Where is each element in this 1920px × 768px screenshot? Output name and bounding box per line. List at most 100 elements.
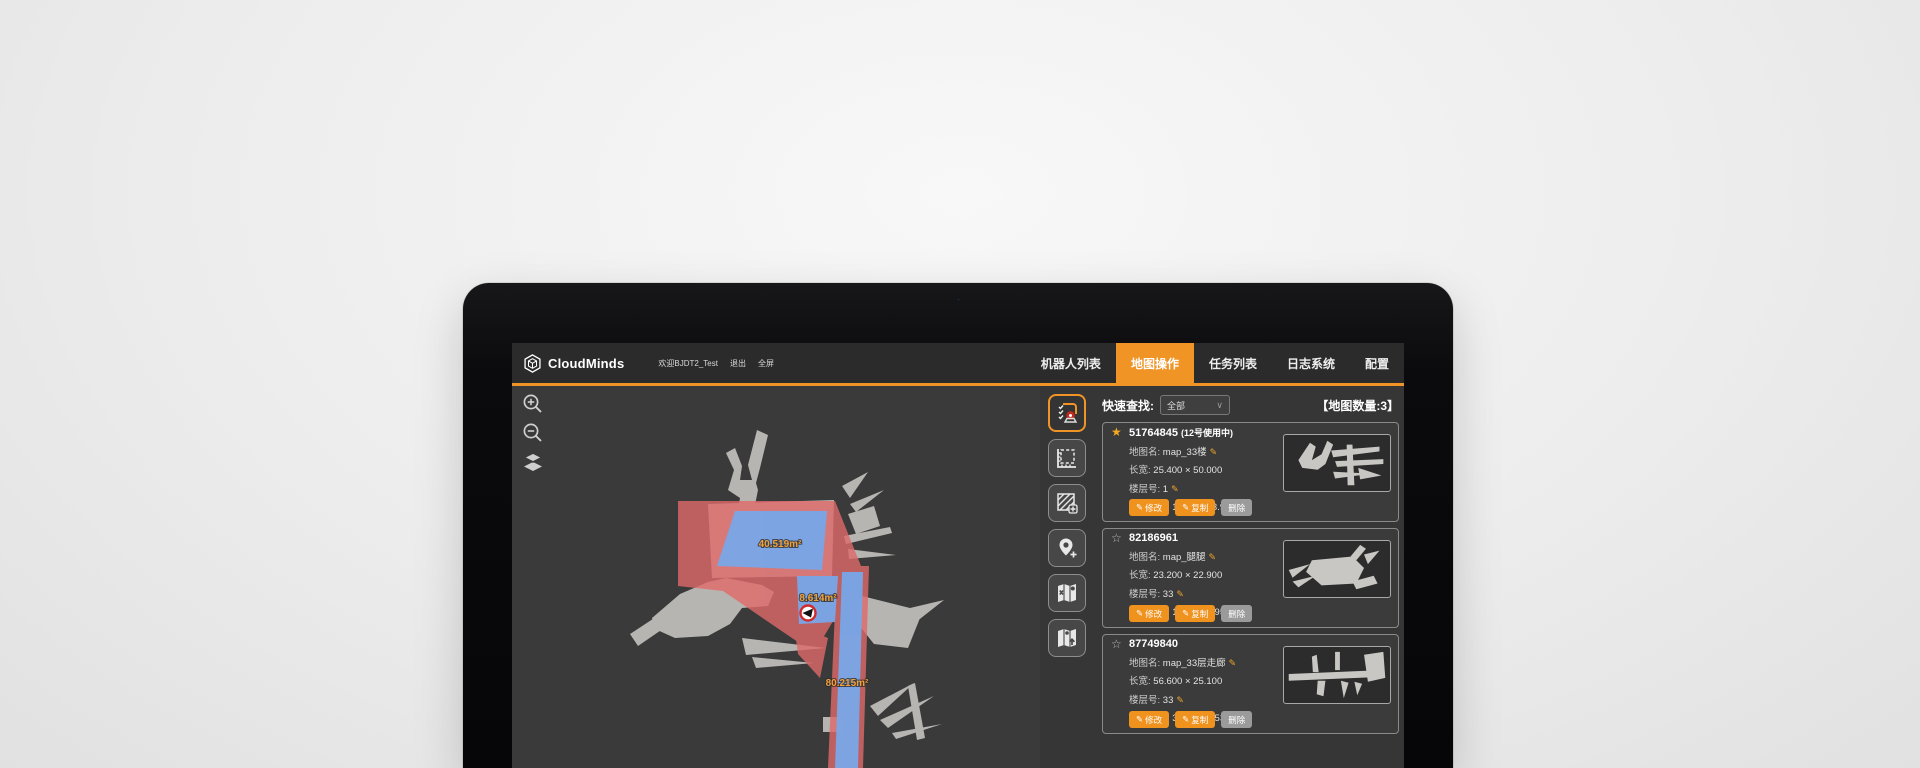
map-floor-field: 楼层号: 33✎	[1129, 692, 1278, 706]
add-poi-icon	[1055, 536, 1079, 560]
map-size-field: 长宽: 23.200 × 22.900	[1129, 567, 1278, 581]
brand: CloudMinds	[512, 343, 624, 383]
map-floor-field: 楼层号: 33✎	[1129, 586, 1278, 600]
nav-map-operations[interactable]: 地图操作	[1116, 343, 1194, 383]
map-tools-column	[1048, 394, 1086, 657]
copy-map-button[interactable]: ✎复制	[1175, 711, 1215, 728]
map-in-use-badge: (12号使用中)	[1181, 428, 1233, 438]
webcam-dot	[956, 297, 961, 302]
edit-map-button[interactable]: ✎修改	[1129, 605, 1169, 622]
zoom-out-button[interactable]	[520, 420, 546, 446]
quick-search-label: 快速查找:	[1102, 397, 1154, 414]
filter-dropdown-value: 全部	[1167, 399, 1216, 412]
zoom-in-button[interactable]	[520, 391, 546, 417]
map-id-number: 87749840	[1129, 638, 1178, 650]
map-name-field: 地图名: map_33楼✎	[1129, 444, 1278, 458]
pencil-icon: ✎	[1136, 502, 1143, 513]
copy-map-button[interactable]: ✎复制	[1175, 605, 1215, 622]
layers-button[interactable]	[520, 449, 546, 475]
upload-map-icon	[1055, 626, 1079, 650]
map-size-field: 长宽: 25.400 × 50.000	[1129, 462, 1278, 476]
pencil-icon: ✎	[1182, 502, 1189, 513]
map-zoom-controls	[520, 391, 546, 475]
pencil-icon: ✎	[1182, 714, 1189, 725]
pencil-icon: ✎	[1182, 608, 1189, 619]
map-id-number: 51764845	[1129, 427, 1178, 439]
filter-dropdown[interactable]: 全部 ∨	[1160, 395, 1230, 415]
robot-map-canvas[interactable]: 40.519m² 8.614m² 80.215m²	[512, 386, 1040, 768]
favorite-star-icon[interactable]: ☆	[1111, 531, 1122, 545]
app-header: CloudMinds 欢迎BJDT2_Test 退出 全屏 机器人列表 地图操作…	[512, 343, 1404, 386]
robot-marker	[801, 606, 816, 621]
map-card: ☆ 82186961 地图名: map_腿腿✎ 长宽: 23.200 × 22.…	[1102, 528, 1399, 628]
map-list-icon	[1055, 401, 1079, 425]
delete-map-tool-button[interactable]	[1048, 574, 1086, 612]
upload-map-tool-button[interactable]	[1048, 619, 1086, 657]
edit-pencil-icon[interactable]: ✎	[1210, 447, 1218, 457]
measure-tool-button[interactable]	[1048, 439, 1086, 477]
edit-pencil-icon[interactable]: ✎	[1209, 552, 1217, 562]
area-label-1: 40.519m²	[759, 539, 802, 550]
delete-map-button[interactable]: 删除	[1221, 605, 1252, 622]
map-id-number: 82186961	[1129, 532, 1178, 544]
map-card: ☆ 87749840 地图名: map_33层走廊✎ 长宽: 56.600 × …	[1102, 634, 1399, 734]
laptop-frame: CloudMinds 欢迎BJDT2_Test 退出 全屏 机器人列表 地图操作…	[463, 283, 1453, 768]
app-window: CloudMinds 欢迎BJDT2_Test 退出 全屏 机器人列表 地图操作…	[512, 343, 1404, 768]
edit-pencil-icon[interactable]: ✎	[1176, 589, 1184, 599]
map-id: 51764845(12号使用中)	[1129, 426, 1278, 439]
map-viewport[interactable]: 40.519m² 8.614m² 80.215m²	[512, 386, 1040, 768]
welcome-text: 欢迎BJDT2_Test	[658, 358, 718, 369]
map-thumbnail	[1283, 434, 1391, 492]
map-id: 87749840	[1129, 638, 1278, 650]
favorite-star-icon[interactable]: ★	[1111, 425, 1122, 439]
pencil-icon: ✎	[1136, 714, 1143, 725]
map-list-panel: 快速查找: 全部 ∨ 【地图数量:3】 ★ 51764845(12号使用中)	[1102, 386, 1399, 768]
chevron-down-icon: ∨	[1216, 400, 1223, 411]
map-card: ★ 51764845(12号使用中) 地图名: map_33楼✎ 长宽: 25.…	[1102, 422, 1399, 522]
edit-pencil-icon[interactable]: ✎	[1171, 484, 1179, 494]
nav-robot-list[interactable]: 机器人列表	[1026, 343, 1116, 383]
map-id: 82186961	[1129, 532, 1278, 544]
map-thumbnail	[1283, 646, 1391, 704]
map-list-tool-button[interactable]	[1048, 394, 1086, 432]
map-thumbnail-image	[1284, 647, 1390, 703]
edit-map-button[interactable]: ✎修改	[1129, 711, 1169, 728]
delete-map-button[interactable]: 删除	[1221, 499, 1252, 516]
logout-link[interactable]: 退出	[730, 358, 746, 369]
desktop-background: CloudMinds 欢迎BJDT2_Test 退出 全屏 机器人列表 地图操作…	[0, 0, 1920, 768]
welcome-group: 欢迎BJDT2_Test 退出 全屏	[658, 343, 774, 383]
map-floor-field: 楼层号: 1✎	[1129, 481, 1278, 495]
map-thumbnail	[1283, 540, 1391, 598]
favorite-star-icon[interactable]: ☆	[1111, 637, 1122, 651]
nav-log-system[interactable]: 日志系统	[1272, 343, 1350, 383]
add-poi-tool-button[interactable]	[1048, 529, 1086, 567]
copy-map-button[interactable]: ✎复制	[1175, 499, 1215, 516]
measure-icon	[1055, 446, 1079, 470]
main-nav: 机器人列表 地图操作 任务列表 日志系统 配置	[1026, 343, 1404, 383]
add-area-icon	[1055, 491, 1079, 515]
map-name-field: 地图名: map_33层走廊✎	[1129, 655, 1278, 669]
map-name-field: 地图名: map_腿腿✎	[1129, 549, 1278, 563]
edit-map-button[interactable]: ✎修改	[1129, 499, 1169, 516]
filter-row: 快速查找: 全部 ∨ 【地图数量:3】	[1102, 394, 1399, 416]
map-count-label: 【地图数量:3】	[1316, 397, 1399, 414]
area-label-2: 8.614m²	[799, 593, 837, 604]
area-label-3: 80.215m²	[826, 678, 869, 689]
map-thumbnail-image	[1284, 541, 1390, 597]
map-thumbnail-image	[1284, 435, 1390, 491]
zoom-in-icon	[522, 393, 544, 415]
nav-task-list[interactable]: 任务列表	[1194, 343, 1272, 383]
layers-icon	[522, 451, 544, 473]
delete-map-button[interactable]: 删除	[1221, 711, 1252, 728]
nav-settings[interactable]: 配置	[1350, 343, 1404, 383]
fullscreen-link[interactable]: 全屏	[758, 358, 774, 369]
edit-pencil-icon[interactable]: ✎	[1229, 658, 1237, 668]
brand-name: CloudMinds	[548, 356, 624, 371]
delete-map-icon	[1055, 581, 1079, 605]
map-side-panel: 快速查找: 全部 ∨ 【地图数量:3】 ★ 51764845(12号使用中)	[1040, 386, 1404, 768]
cloudminds-logo-icon	[522, 353, 543, 374]
zoom-out-icon	[522, 422, 544, 444]
add-area-tool-button[interactable]	[1048, 484, 1086, 522]
edit-pencil-icon[interactable]: ✎	[1176, 695, 1184, 705]
pencil-icon: ✎	[1136, 608, 1143, 619]
